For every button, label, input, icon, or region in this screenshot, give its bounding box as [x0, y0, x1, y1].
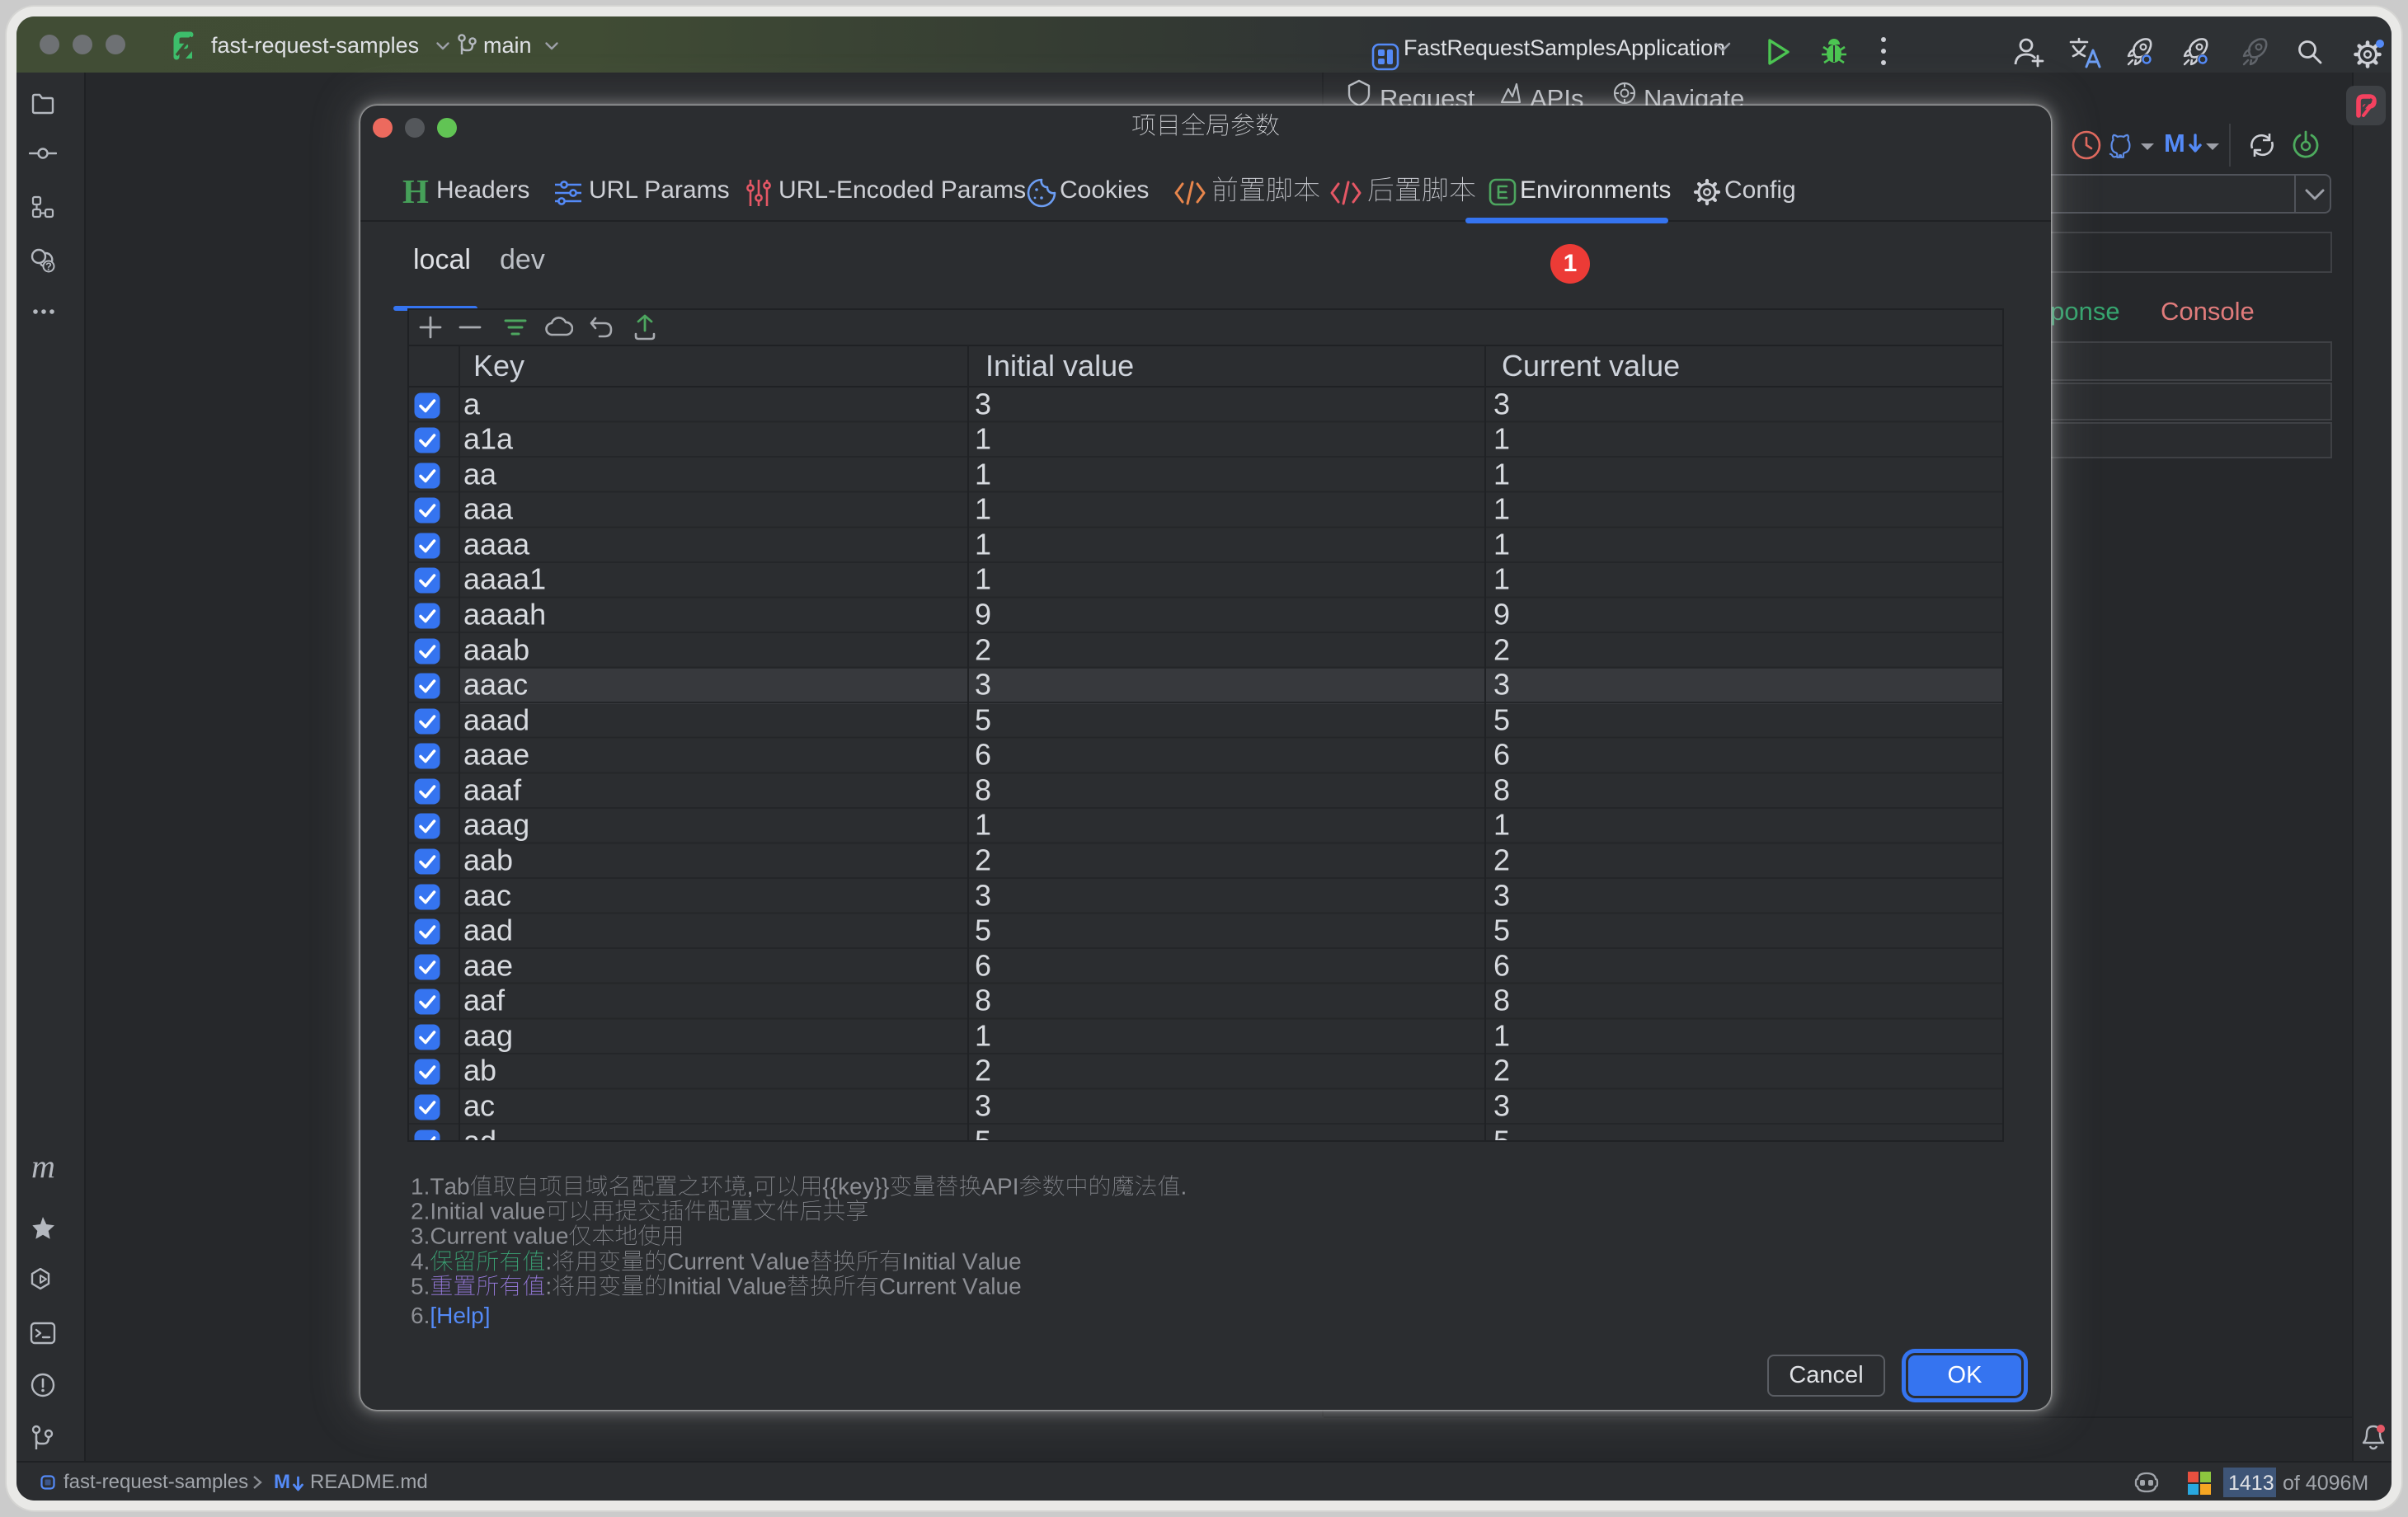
svg-text:?: ?: [45, 261, 52, 273]
